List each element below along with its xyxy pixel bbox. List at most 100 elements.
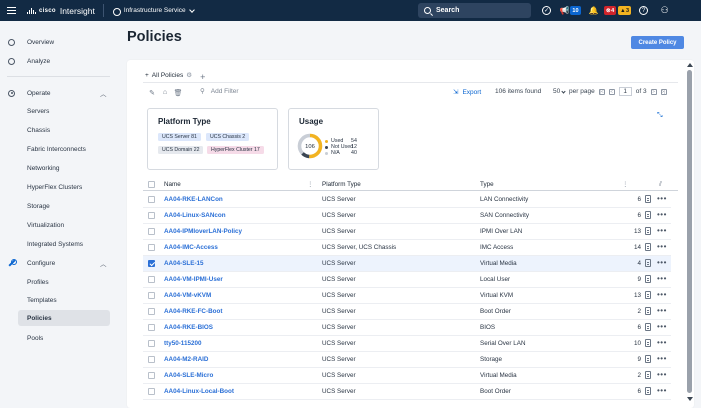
sidebar-section-configure[interactable]: Configure ︿ — [0, 255, 116, 271]
hamburger-menu-icon[interactable] — [0, 0, 22, 21]
row-actions-icon[interactable]: ••• — [657, 194, 667, 203]
sidebar-item-hyperflex-clusters[interactable]: HyperFlex Clusters — [0, 179, 116, 195]
policy-name-link[interactable]: AA04-M2-RAID — [164, 356, 208, 363]
table-row[interactable]: AA04-Linux-SANcon UCS Server SAN Connectiv… — [143, 208, 671, 224]
row-actions-icon[interactable]: ••• — [657, 210, 667, 219]
prev-page-icon[interactable]: < — [608, 88, 615, 95]
add-tab-button[interactable]: + — [200, 72, 205, 82]
column-resize-handle[interactable]: ⋮ — [307, 181, 313, 188]
row-actions-icon[interactable]: ••• — [657, 274, 667, 283]
global-search[interactable]: Search — [418, 3, 531, 18]
usage-details-icon[interactable] — [645, 243, 651, 251]
policy-name-link[interactable]: AA04-RKE-FC-Boot — [164, 308, 222, 315]
column-header-platform-type[interactable]: Platform Type — [322, 181, 361, 188]
alarms-button[interactable]: ⊗ 4 ▲ 3 — [604, 6, 632, 15]
filter-input[interactable]: ⚲ Add Filter — [200, 87, 239, 96]
delete-icon[interactable]: 🗑 — [174, 89, 183, 97]
row-actions-icon[interactable]: ••• — [657, 370, 667, 379]
usage-details-icon[interactable] — [645, 259, 651, 267]
row-checkbox[interactable] — [148, 308, 155, 315]
table-row[interactable]: AA04-RKE-LANCon UCS Server LAN Connectivit… — [143, 192, 671, 208]
service-selector[interactable]: Infrastructure Service — [112, 6, 195, 16]
table-row[interactable]: AA04-VM-vKVM UCS Server Virtual KVM 13 ••• — [143, 288, 671, 304]
row-actions-icon[interactable]: ••• — [657, 354, 667, 363]
tag-icon[interactable]: ⌂ — [161, 89, 169, 97]
policy-name-link[interactable]: AA04-RKE-LANCon — [164, 196, 223, 203]
table-row[interactable]: AA04-IPMIoverLAN-Policy UCS Server IPMI Ov… — [143, 224, 671, 240]
table-row[interactable]: AA04-RKE-BIOS UCS Server BIOS 6 ••• — [143, 320, 671, 336]
sidebar-item-pools[interactable]: Pools — [0, 330, 116, 346]
column-header-name[interactable]: Name — [164, 181, 181, 188]
table-row[interactable]: AA04-RKE-FC-Boot UCS Server Boot Order 2 ••• — [143, 304, 671, 320]
usage-details-icon[interactable] — [645, 371, 651, 379]
create-policy-button[interactable]: Create Policy — [631, 36, 684, 49]
table-row[interactable]: AA04-IMC-Access UCS Server, UCS Chassis IM… — [143, 240, 671, 256]
row-actions-icon[interactable]: ••• — [657, 322, 667, 331]
edit-icon[interactable]: ✎ — [148, 89, 156, 97]
scrollbar-thumb[interactable] — [687, 70, 692, 393]
sidebar-item-policies[interactable]: Policies — [18, 310, 110, 326]
scroll-down-arrow[interactable] — [687, 397, 693, 401]
announcements-button[interactable]: 📢 10 — [557, 3, 583, 18]
sidebar-item-fabric-interconnects[interactable]: Fabric Interconnects — [0, 141, 116, 157]
row-checkbox[interactable] — [148, 292, 155, 299]
platform-chip[interactable]: UCS Domain 22 — [158, 146, 204, 154]
sidebar-item-virtualization[interactable]: Virtualization — [0, 217, 116, 233]
policy-name-link[interactable]: AA04-SLE-Micro — [164, 372, 213, 379]
last-page-icon[interactable]: >| — [660, 88, 667, 95]
sidebar-item-profiles[interactable]: Profiles — [0, 274, 116, 290]
row-actions-icon[interactable]: ••• — [657, 338, 667, 347]
row-checkbox[interactable] — [148, 276, 155, 283]
usage-details-icon[interactable] — [645, 323, 651, 331]
tab-settings-icon[interactable]: ⚙ — [186, 71, 192, 79]
usage-details-icon[interactable] — [645, 291, 651, 299]
usage-details-icon[interactable] — [645, 227, 651, 235]
column-settings-icon[interactable]: ⫽ — [659, 181, 662, 189]
first-page-icon[interactable]: |< — [598, 88, 605, 95]
row-checkbox[interactable] — [148, 340, 155, 347]
sidebar-item-storage[interactable]: Storage — [0, 198, 116, 214]
row-checkbox[interactable] — [148, 228, 155, 235]
legend-item[interactable]: N/A 40 — [325, 150, 357, 156]
policy-name-link[interactable]: AA04-SLE-15 — [164, 260, 204, 267]
help-button[interactable]: ? — [637, 3, 650, 18]
policy-name-link[interactable]: AA04-Linux-Local-Boot — [164, 388, 234, 395]
row-actions-icon[interactable]: ••• — [657, 386, 667, 395]
sidebar-item-analyze[interactable]: Analyze — [0, 53, 116, 69]
tasks-button[interactable]: ✓ — [540, 3, 553, 18]
row-checkbox[interactable] — [148, 260, 155, 267]
table-row[interactable]: AA04-SLE-Micro UCS Server Virtual Media 2 ••… — [143, 368, 671, 384]
usage-details-icon[interactable] — [645, 307, 651, 315]
usage-details-icon[interactable] — [645, 195, 651, 203]
row-actions-icon[interactable]: ••• — [657, 258, 667, 267]
usage-details-icon[interactable] — [645, 387, 651, 395]
user-profile-button[interactable]: ⚇ — [658, 3, 671, 18]
intersight-logo[interactable]: cisco Intersight — [27, 6, 95, 16]
row-actions-icon[interactable]: ••• — [657, 226, 667, 235]
sidebar-item-networking[interactable]: Networking — [0, 160, 116, 176]
table-row[interactable]: AA04-Linux-Local-Boot UCS Server Boot Orde… — [143, 384, 671, 400]
per-page-select[interactable]: 50 — [553, 88, 566, 95]
row-checkbox[interactable] — [148, 212, 155, 219]
platform-chip[interactable]: UCS Chassis 2 — [206, 133, 250, 141]
policy-name-link[interactable]: AA04-VM-IPMI-User — [164, 276, 223, 283]
usage-details-icon[interactable] — [645, 275, 651, 283]
policy-name-link[interactable]: AA04-IPMIoverLAN-Policy — [164, 228, 242, 235]
export-button[interactable]: ⇲ Export — [453, 88, 481, 97]
sidebar-item-integrated-systems[interactable]: Integrated Systems — [0, 236, 116, 252]
table-row[interactable]: AA04-SLE-15 UCS Server Virtual Media 4 ••• — [143, 256, 671, 272]
scroll-up-arrow[interactable] — [687, 63, 693, 67]
row-checkbox[interactable] — [148, 356, 155, 363]
sidebar-item-overview[interactable]: Overview — [0, 34, 116, 50]
platform-chip[interactable]: UCS Server 81 — [158, 133, 201, 141]
page-number-input[interactable]: 1 — [618, 87, 632, 96]
usage-donut-chart[interactable]: 106 — [297, 133, 323, 159]
next-page-icon[interactable]: > — [650, 88, 657, 95]
row-actions-icon[interactable]: ••• — [657, 290, 667, 299]
sidebar-section-operate[interactable]: Operate ︿ — [0, 85, 116, 101]
policy-name-link[interactable]: AA04-Linux-SANcon — [164, 212, 226, 219]
row-checkbox[interactable] — [148, 372, 155, 379]
row-checkbox[interactable] — [148, 244, 155, 251]
column-header-type[interactable]: Type — [480, 181, 494, 188]
select-all-checkbox[interactable] — [148, 181, 155, 188]
